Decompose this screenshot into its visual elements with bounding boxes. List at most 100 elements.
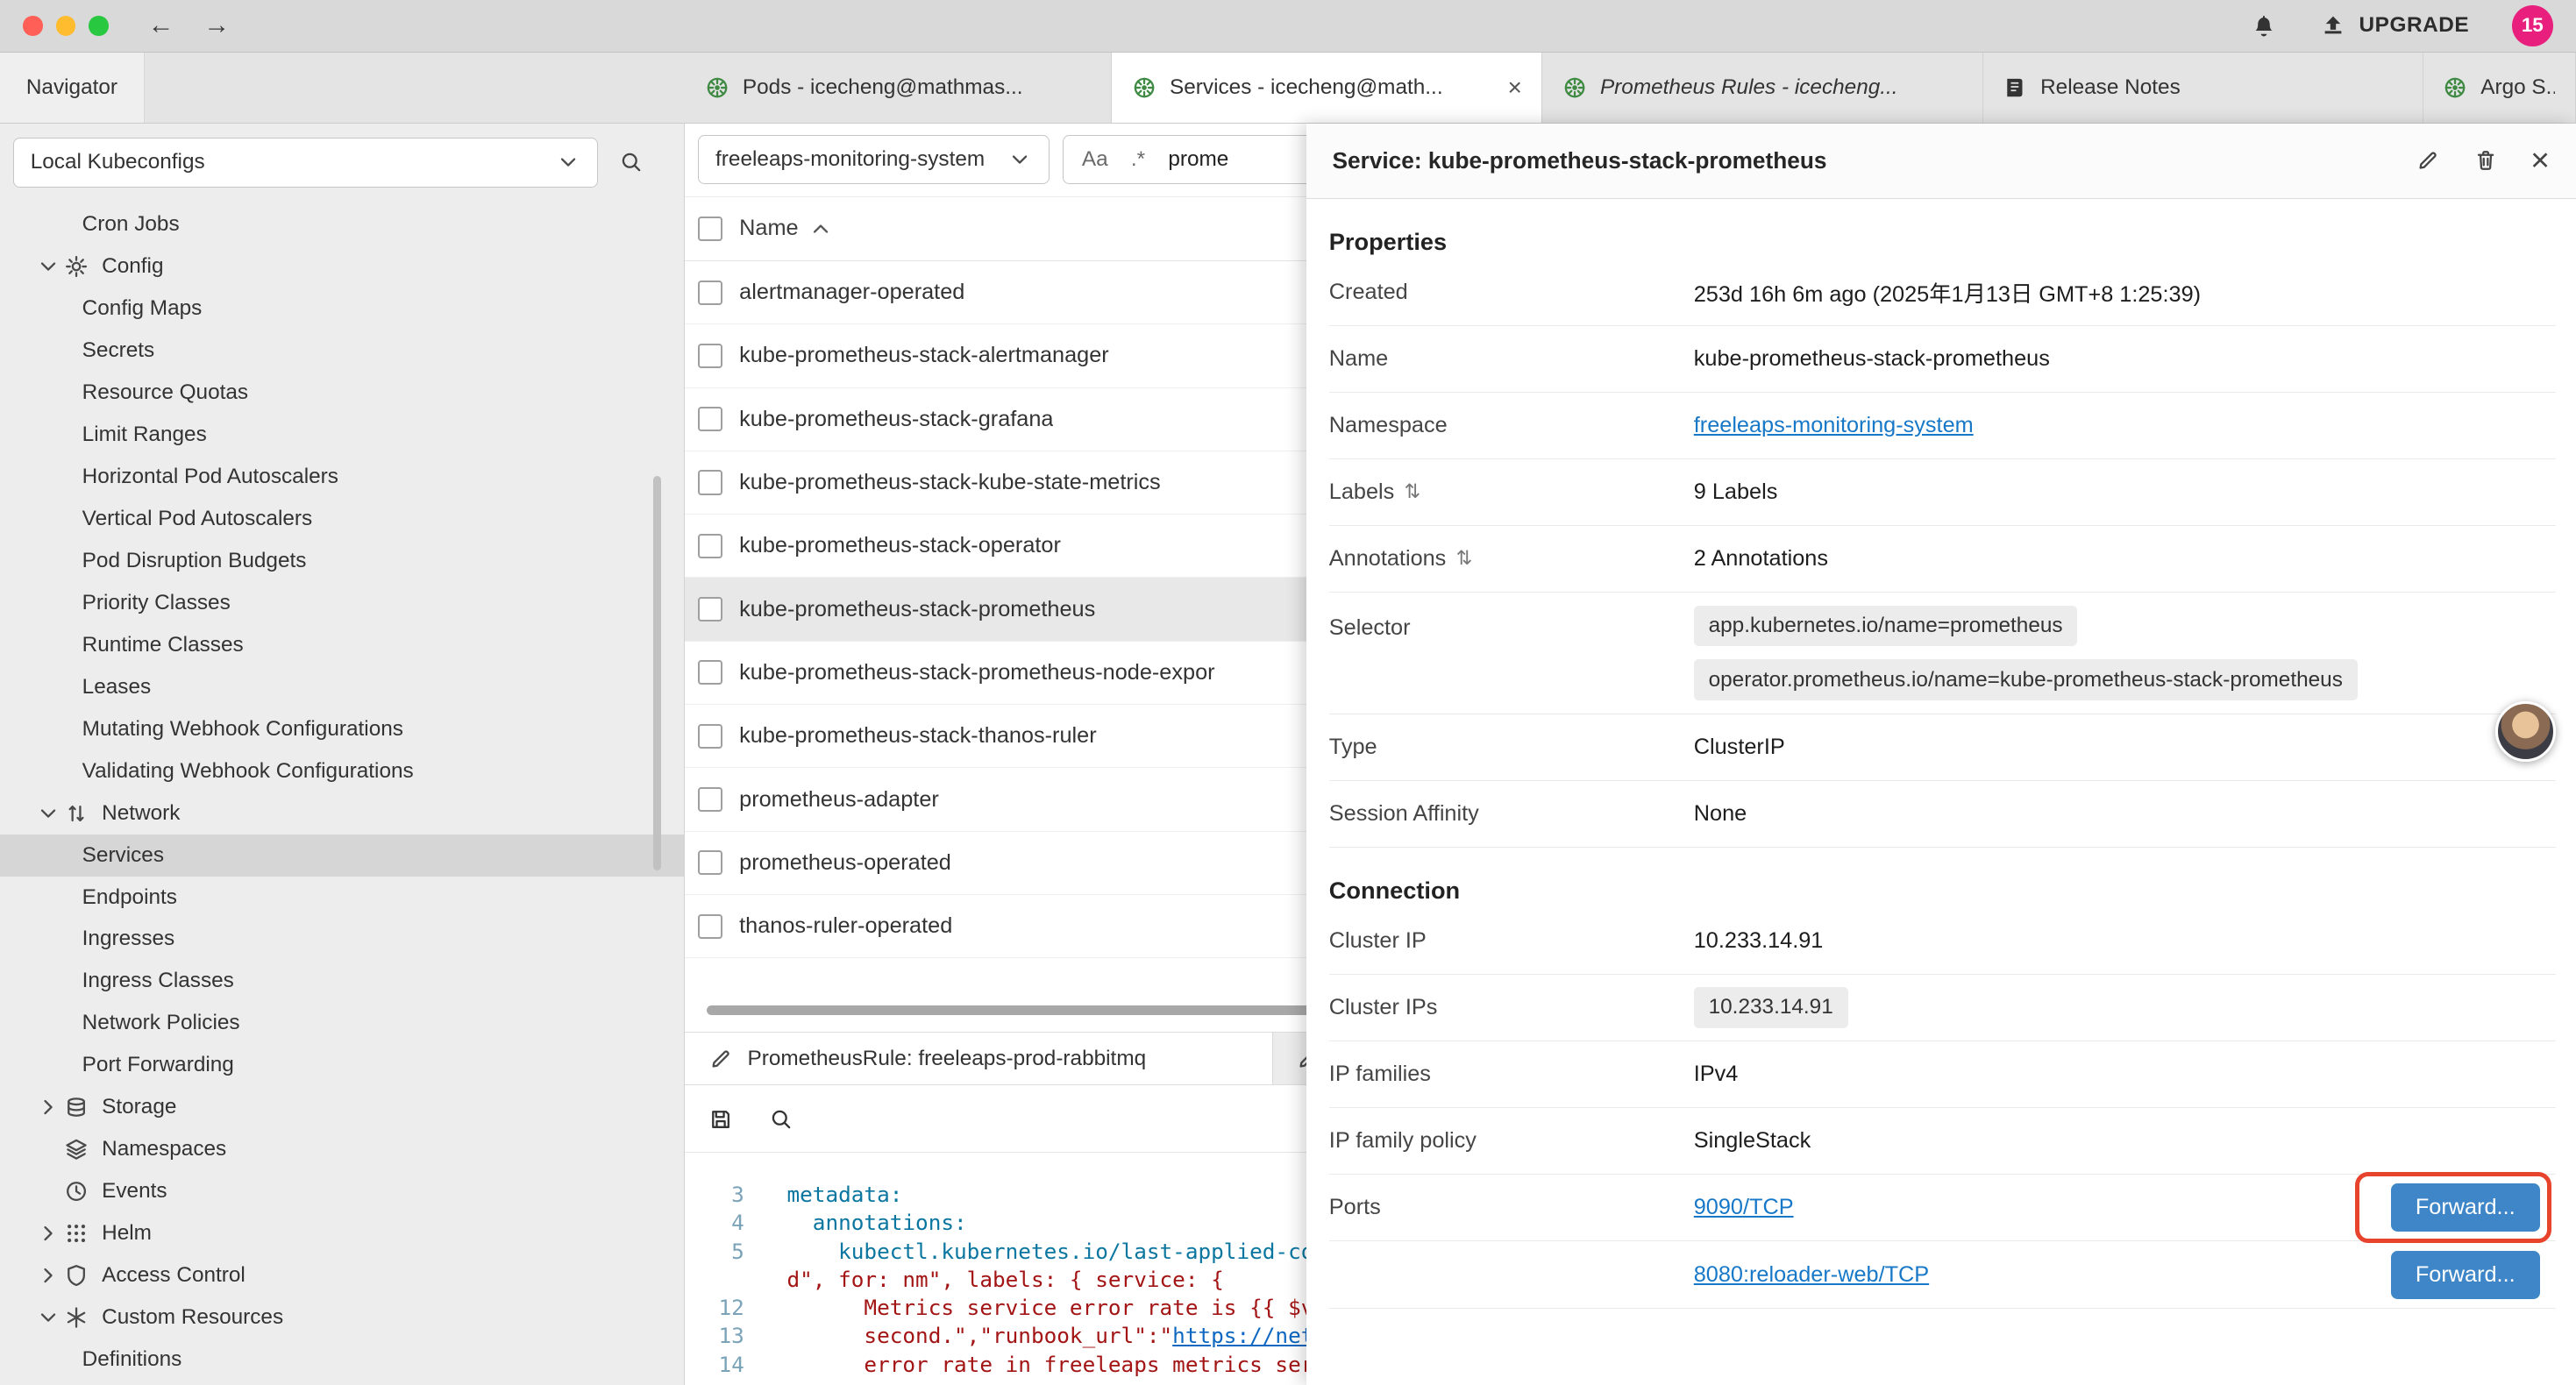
kubernetes-cluster-icon <box>1132 75 1156 100</box>
sidebar-search-icon[interactable] <box>619 150 644 174</box>
sort-toggle-icon[interactable]: ⇅ <box>1405 480 1421 503</box>
line-number: 4 <box>685 1209 767 1237</box>
sidebar-item-leases[interactable]: Leases <box>0 666 684 708</box>
tab-services[interactable]: Services - icecheng@math... × <box>1112 53 1542 123</box>
row-checkbox[interactable] <box>698 534 722 558</box>
sidebar-item-resource-quotas[interactable]: Resource Quotas <box>0 372 684 414</box>
sidebar-item-port-forwarding[interactable]: Port Forwarding <box>0 1044 684 1086</box>
forward-button[interactable]: → <box>203 12 230 39</box>
dock-tab-prometheusrule[interactable]: PrometheusRule: freeleaps-prod-rabbitmq <box>685 1033 1273 1085</box>
name-column-header[interactable]: Name <box>739 216 798 241</box>
service-name: alertmanager-operated <box>739 280 964 305</box>
row-label: Created <box>1329 280 1408 305</box>
sidebar-item-label: Cron Jobs <box>82 212 180 237</box>
row-checkbox[interactable] <box>698 660 722 685</box>
notification-count-badge[interactable]: 15 <box>2512 5 2553 46</box>
delete-icon[interactable] <box>2473 148 2498 173</box>
sidebar-item-storage[interactable]: Storage <box>0 1086 684 1128</box>
sidebar-item-access-control[interactable]: Access Control <box>0 1254 684 1296</box>
tab-prometheus-rules[interactable]: Prometheus Rules - icecheng... <box>1542 53 1982 123</box>
row-checkbox[interactable] <box>698 914 722 939</box>
sidebar-item-custom-resources[interactable]: Custom Resources <box>0 1296 684 1339</box>
sidebar-item-cron-jobs[interactable]: Cron Jobs <box>0 203 684 245</box>
row-value: ClusterIP <box>1694 735 2557 760</box>
cluster-ip-chip: 10.233.14.91 <box>1694 987 1848 1028</box>
row-checkbox[interactable] <box>698 470 722 494</box>
sidebar-item-label: Priority Classes <box>82 591 231 615</box>
sidebar-item-label: Services <box>82 843 164 868</box>
row-checkbox[interactable] <box>698 281 722 305</box>
regex-toggle[interactable]: .* <box>1131 147 1145 172</box>
upgrade-button[interactable]: UPGRADE <box>2320 12 2470 39</box>
match-case-toggle[interactable]: Aa <box>1082 147 1108 172</box>
notifications-bell-icon[interactable] <box>2251 12 2277 39</box>
back-button[interactable]: ← <box>148 12 174 39</box>
port-link-8080[interactable]: 8080:reloader-web/TCP <box>1694 1262 1929 1288</box>
sidebar-item-endpoints[interactable]: Endpoints <box>0 877 684 919</box>
kubernetes-cluster-icon <box>705 75 729 100</box>
drawer-title: Service: kube-prometheus-stack-prometheu… <box>1333 147 2383 174</box>
tab-bar: Navigator Pods - icecheng@mathmas... Ser… <box>0 53 2576 124</box>
editor-search-icon[interactable] <box>769 1107 793 1132</box>
row-value: 9 Labels <box>1694 479 2557 505</box>
sidebar-item-validating-webhook-configurations[interactable]: Validating Webhook Configurations <box>0 750 684 792</box>
sidebar-item-ingresses[interactable]: Ingresses <box>0 919 684 961</box>
select-all-checkbox[interactable] <box>698 217 722 241</box>
row-checkbox[interactable] <box>698 724 722 749</box>
row-label: Namespace <box>1329 413 1448 438</box>
sidebar-item-network-policies[interactable]: Network Policies <box>0 1002 684 1044</box>
sidebar-item-helm[interactable]: Helm <box>0 1212 684 1254</box>
sidebar-item-limit-ranges[interactable]: Limit Ranges <box>0 414 684 456</box>
sidebar-item-label: Pod Disruption Budgets <box>82 549 307 573</box>
tab-argo[interactable]: Argo S... <box>2423 53 2576 123</box>
port-link-9090[interactable]: 9090/TCP <box>1694 1195 1794 1220</box>
sidebar-item-definitions[interactable]: Definitions <box>0 1339 684 1381</box>
kubeconfig-select[interactable]: Local Kubeconfigs <box>13 138 598 187</box>
sidebar-item-vertical-pod-autoscalers[interactable]: Vertical Pod Autoscalers <box>0 498 684 540</box>
sidebar-item-events[interactable]: Events <box>0 1170 684 1212</box>
sort-ascending-icon[interactable] <box>808 217 833 241</box>
sidebar-item-priority-classes[interactable]: Priority Classes <box>0 582 684 624</box>
sidebar-item-ingress-classes[interactable]: Ingress Classes <box>0 960 684 1002</box>
sidebar-item-network[interactable]: Network <box>0 792 684 835</box>
namespace-select[interactable]: freeleaps-monitoring-system <box>698 135 1050 184</box>
tab-strip: Pods - icecheng@mathmas... Services - ic… <box>685 53 2576 123</box>
close-tab-icon[interactable]: × <box>1507 75 1521 100</box>
edit-icon[interactable] <box>2416 148 2440 173</box>
sidebar-item-config[interactable]: Config <box>0 245 684 288</box>
line-number: 3 <box>685 1181 767 1209</box>
row-checkbox[interactable] <box>698 597 722 621</box>
drawer-header: Service: kube-prometheus-stack-prometheu… <box>1306 124 2576 199</box>
row-checkbox[interactable] <box>698 850 722 875</box>
sidebar-item-pod-disruption-budgets[interactable]: Pod Disruption Budgets <box>0 540 684 582</box>
sidebar-item-label: Horizontal Pod Autoscalers <box>82 465 338 489</box>
line-number: 12 <box>685 1294 767 1322</box>
sidebar-item-horizontal-pod-autoscalers[interactable]: Horizontal Pod Autoscalers <box>0 456 684 498</box>
sidebar-item-runtime-classes[interactable]: Runtime Classes <box>0 624 684 666</box>
sidebar-item-secrets[interactable]: Secrets <box>0 330 684 372</box>
close-drawer-icon[interactable]: × <box>2530 144 2550 176</box>
property-row-namespace: Namespace freeleaps-monitoring-system <box>1329 393 2557 459</box>
row-checkbox[interactable] <box>698 344 722 368</box>
minimize-window-button[interactable] <box>56 16 75 35</box>
namespace-link[interactable]: freeleaps-monitoring-system <box>1694 413 1974 437</box>
row-checkbox[interactable] <box>698 787 722 812</box>
tab-release-notes[interactable]: Release Notes <box>1983 53 2423 123</box>
sort-toggle-icon[interactable]: ⇅ <box>1456 547 1473 570</box>
sidebar-item-namespaces[interactable]: Namespaces <box>0 1128 684 1170</box>
sidebar-item-label: Storage <box>102 1095 176 1119</box>
row-value: None <box>1694 801 2557 827</box>
sidebar-item-config-maps[interactable]: Config Maps <box>0 288 684 330</box>
sidebar-item-label: Leases <box>82 675 152 700</box>
navigator-panel-tab[interactable]: Navigator <box>0 53 145 123</box>
sidebar-scrollbar[interactable] <box>653 476 661 870</box>
row-checkbox[interactable] <box>698 407 722 431</box>
close-window-button[interactable] <box>23 16 42 35</box>
port-forward-button[interactable]: Forward... <box>2391 1251 2540 1299</box>
sidebar-item-services[interactable]: Services <box>0 835 684 877</box>
save-icon[interactable] <box>708 1107 733 1132</box>
zoom-window-button[interactable] <box>89 16 108 35</box>
sidebar-item-mutating-webhook-configurations[interactable]: Mutating Webhook Configurations <box>0 708 684 750</box>
port-forward-button[interactable]: Forward... <box>2391 1183 2540 1232</box>
tab-pods[interactable]: Pods - icecheng@mathmas... <box>685 53 1112 123</box>
